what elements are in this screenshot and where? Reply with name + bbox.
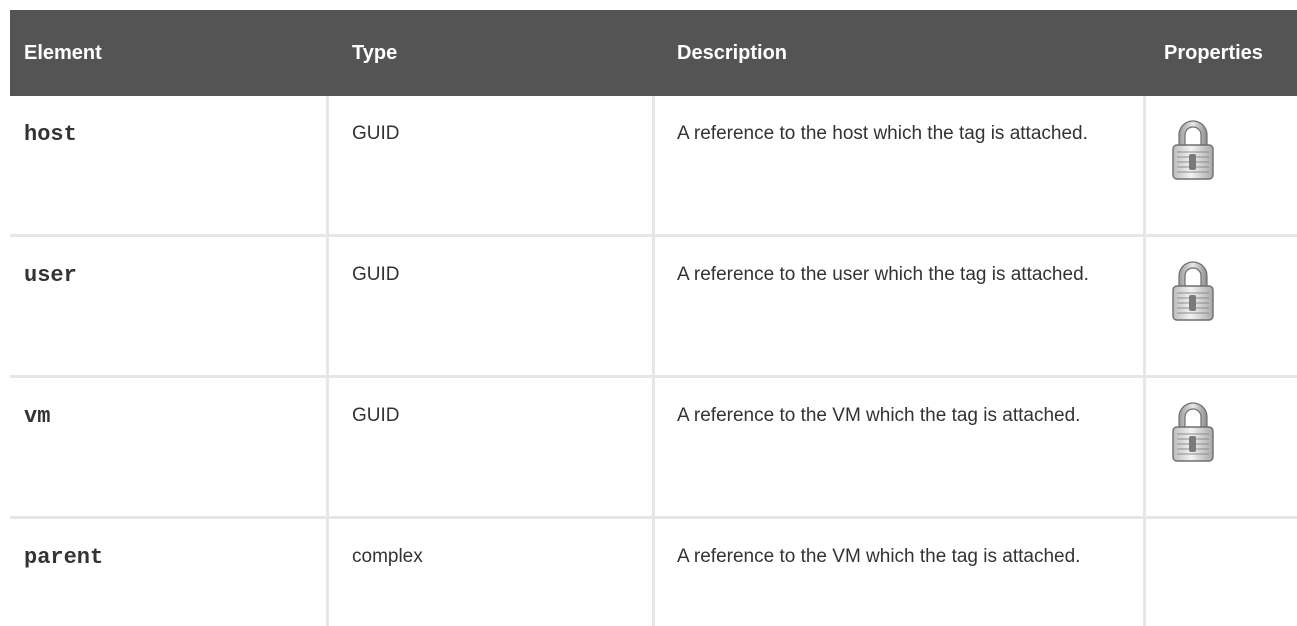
element-description: A reference to the VM which the tag is a…	[677, 546, 1081, 567]
element-type: GUID	[352, 405, 400, 426]
table-header: Element Type Description Properties	[10, 10, 1297, 96]
element-description: A reference to the VM which the tag is a…	[677, 405, 1081, 426]
table-row: parent complex A reference to the VM whi…	[10, 519, 1297, 626]
element-description: A reference to the host which the tag is…	[677, 123, 1088, 144]
element-type: complex	[352, 546, 423, 567]
element-name: vm	[24, 404, 51, 429]
element-name: parent	[24, 545, 104, 570]
lock-icon	[1166, 116, 1220, 182]
header-properties: Properties	[1164, 42, 1263, 64]
element-name: host	[24, 122, 77, 147]
table-body: host GUID A reference to the host which …	[10, 96, 1297, 626]
header-type: Type	[352, 42, 398, 64]
element-name: user	[24, 263, 77, 288]
element-type: GUID	[352, 123, 400, 144]
header-element: Element	[24, 42, 102, 64]
table-row: vm GUID A reference to the VM which the …	[10, 378, 1297, 519]
lock-icon	[1166, 257, 1220, 323]
lock-icon	[1166, 398, 1220, 464]
table-row: host GUID A reference to the host which …	[10, 96, 1297, 237]
properties-table: Element Type Description Properties host…	[10, 10, 1297, 626]
element-type: GUID	[352, 264, 400, 285]
table-row: user GUID A reference to the user which …	[10, 237, 1297, 378]
element-description: A reference to the user which the tag is…	[677, 264, 1089, 285]
header-description: Description	[677, 42, 788, 64]
